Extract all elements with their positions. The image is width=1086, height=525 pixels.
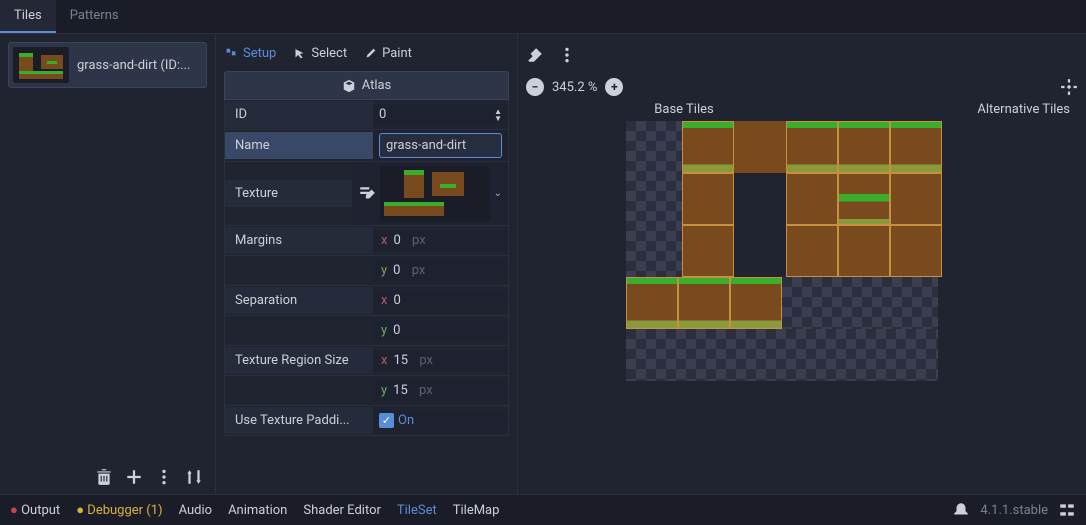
- margins-label: Margins: [225, 227, 373, 254]
- bottom-tileset[interactable]: TileSet: [397, 503, 437, 518]
- version-text: 4.1.1.stable: [980, 503, 1048, 518]
- chevron-down-icon[interactable]: ⌄: [494, 188, 502, 199]
- sep-y-field[interactable]: y0: [373, 320, 508, 341]
- zoom-in-button[interactable]: +: [605, 78, 623, 96]
- padding-checkbox[interactable]: ✓: [379, 413, 394, 428]
- notification-icon[interactable]: [952, 501, 970, 519]
- atlas-thumbnail: [13, 47, 69, 83]
- select-icon: [292, 47, 306, 61]
- texture-preview[interactable]: [380, 166, 490, 222]
- id-spinner[interactable]: 0 ▲▼: [373, 104, 508, 125]
- bottom-shader[interactable]: Shader Editor: [303, 503, 381, 518]
- bottom-debugger[interactable]: ● Debugger (1): [76, 502, 162, 518]
- region-label: Texture Region Size: [225, 347, 373, 374]
- zoom-level[interactable]: 345.2 %: [552, 80, 597, 95]
- margins-x-field[interactable]: x0 px: [373, 230, 508, 251]
- bottom-audio[interactable]: Audio: [179, 503, 212, 518]
- kebab-menu-icon[interactable]: [558, 46, 576, 64]
- tile-viewer[interactable]: [526, 121, 1078, 486]
- center-view-icon[interactable]: [1060, 78, 1078, 96]
- texture-label: Texture: [225, 180, 352, 207]
- setup-icon: [224, 47, 238, 61]
- region-y-field[interactable]: y15 px: [373, 380, 508, 401]
- mode-select[interactable]: Select: [292, 46, 347, 61]
- separation-label: Separation: [225, 287, 373, 314]
- edit-resource-icon[interactable]: [358, 185, 376, 203]
- id-label: ID: [225, 101, 373, 128]
- region-x-field[interactable]: x15 px: [373, 350, 508, 371]
- bottom-tilemap[interactable]: TileMap: [453, 503, 500, 518]
- name-label: Name: [225, 132, 373, 159]
- atlas-section-header: Atlas: [224, 71, 509, 100]
- padding-label: Use Texture Paddi...: [225, 407, 373, 434]
- check-icon: ✓: [382, 414, 391, 427]
- paint-icon: [363, 47, 377, 61]
- layout-toggle-icon[interactable]: [1058, 501, 1076, 519]
- delete-icon[interactable]: [95, 468, 113, 486]
- tab-tiles[interactable]: Tiles: [0, 0, 56, 33]
- name-input[interactable]: [379, 133, 502, 158]
- eraser-icon[interactable]: [526, 46, 544, 64]
- atlas-list-item[interactable]: grass-and-dirt (ID:...: [8, 42, 207, 88]
- mode-setup[interactable]: Setup: [224, 46, 276, 61]
- sep-x-field[interactable]: x0: [373, 290, 508, 311]
- atlas-item-label: grass-and-dirt (ID:...: [77, 58, 202, 73]
- base-tiles-header: Base Tiles: [526, 102, 842, 117]
- bottom-output[interactable]: ● Output: [10, 502, 60, 518]
- sort-icon[interactable]: [185, 468, 203, 486]
- zoom-out-button[interactable]: −: [526, 78, 544, 96]
- padding-on-text: On: [398, 413, 414, 428]
- alt-tiles-header: Alternative Tiles: [842, 102, 1078, 117]
- cube-icon: [342, 79, 356, 93]
- tab-patterns[interactable]: Patterns: [56, 0, 133, 33]
- mode-paint[interactable]: Paint: [363, 46, 412, 61]
- bottom-animation[interactable]: Animation: [228, 503, 287, 518]
- add-icon[interactable]: [125, 468, 143, 486]
- margins-y-field[interactable]: y0 px: [373, 260, 508, 281]
- spin-down-icon[interactable]: ▼: [494, 115, 502, 122]
- kebab-menu-icon[interactable]: [155, 468, 173, 486]
